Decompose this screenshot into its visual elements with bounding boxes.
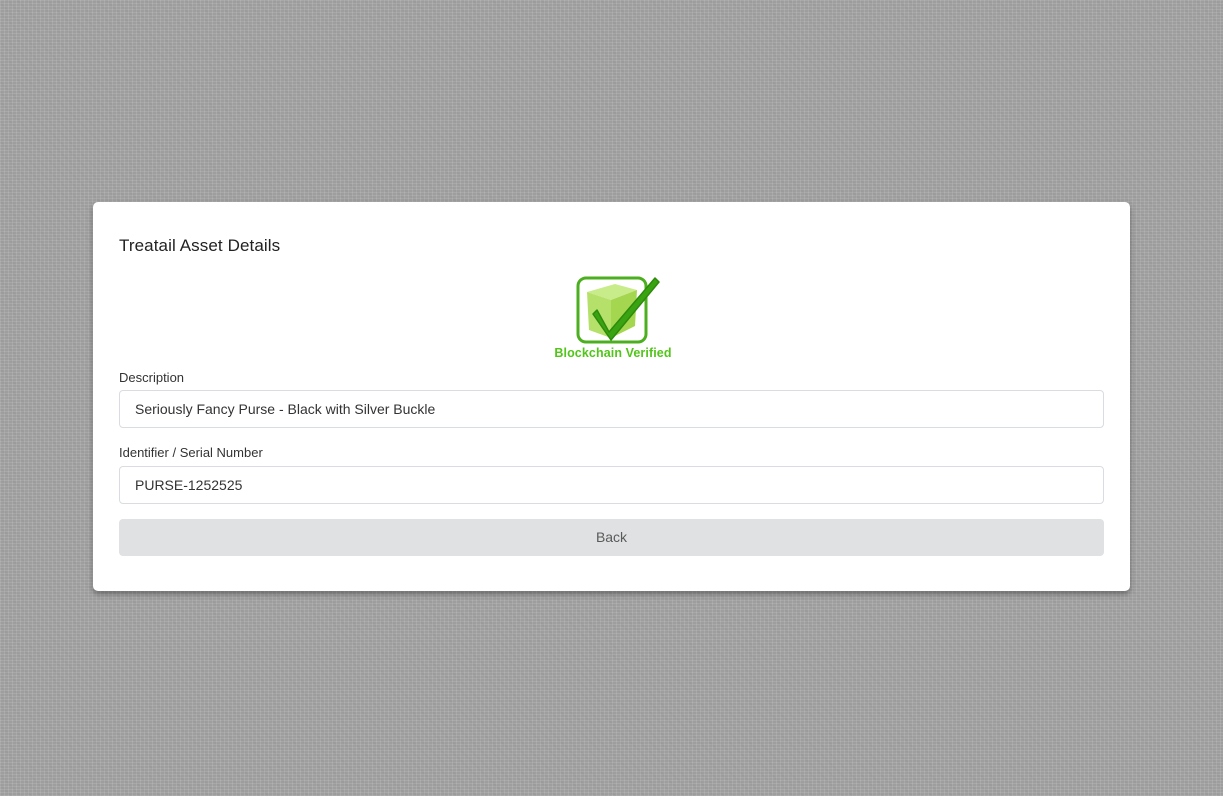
- identifier-label: Identifier / Serial Number: [119, 445, 263, 460]
- asset-details-card: Treatail Asset Details Blockchain Verifi…: [93, 202, 1130, 591]
- blockchain-verified-text: Blockchain Verified: [554, 346, 672, 360]
- back-button[interactable]: Back: [119, 519, 1104, 556]
- description-field[interactable]: Seriously Fancy Purse - Black with Silve…: [119, 390, 1104, 428]
- blockchain-verified-logo: Blockchain Verified: [548, 272, 678, 364]
- card-title: Treatail Asset Details: [119, 236, 281, 255]
- identifier-field[interactable]: PURSE-1252525: [119, 466, 1104, 504]
- blockchain-verified-check-icon: [576, 276, 660, 344]
- description-label: Description: [119, 370, 185, 385]
